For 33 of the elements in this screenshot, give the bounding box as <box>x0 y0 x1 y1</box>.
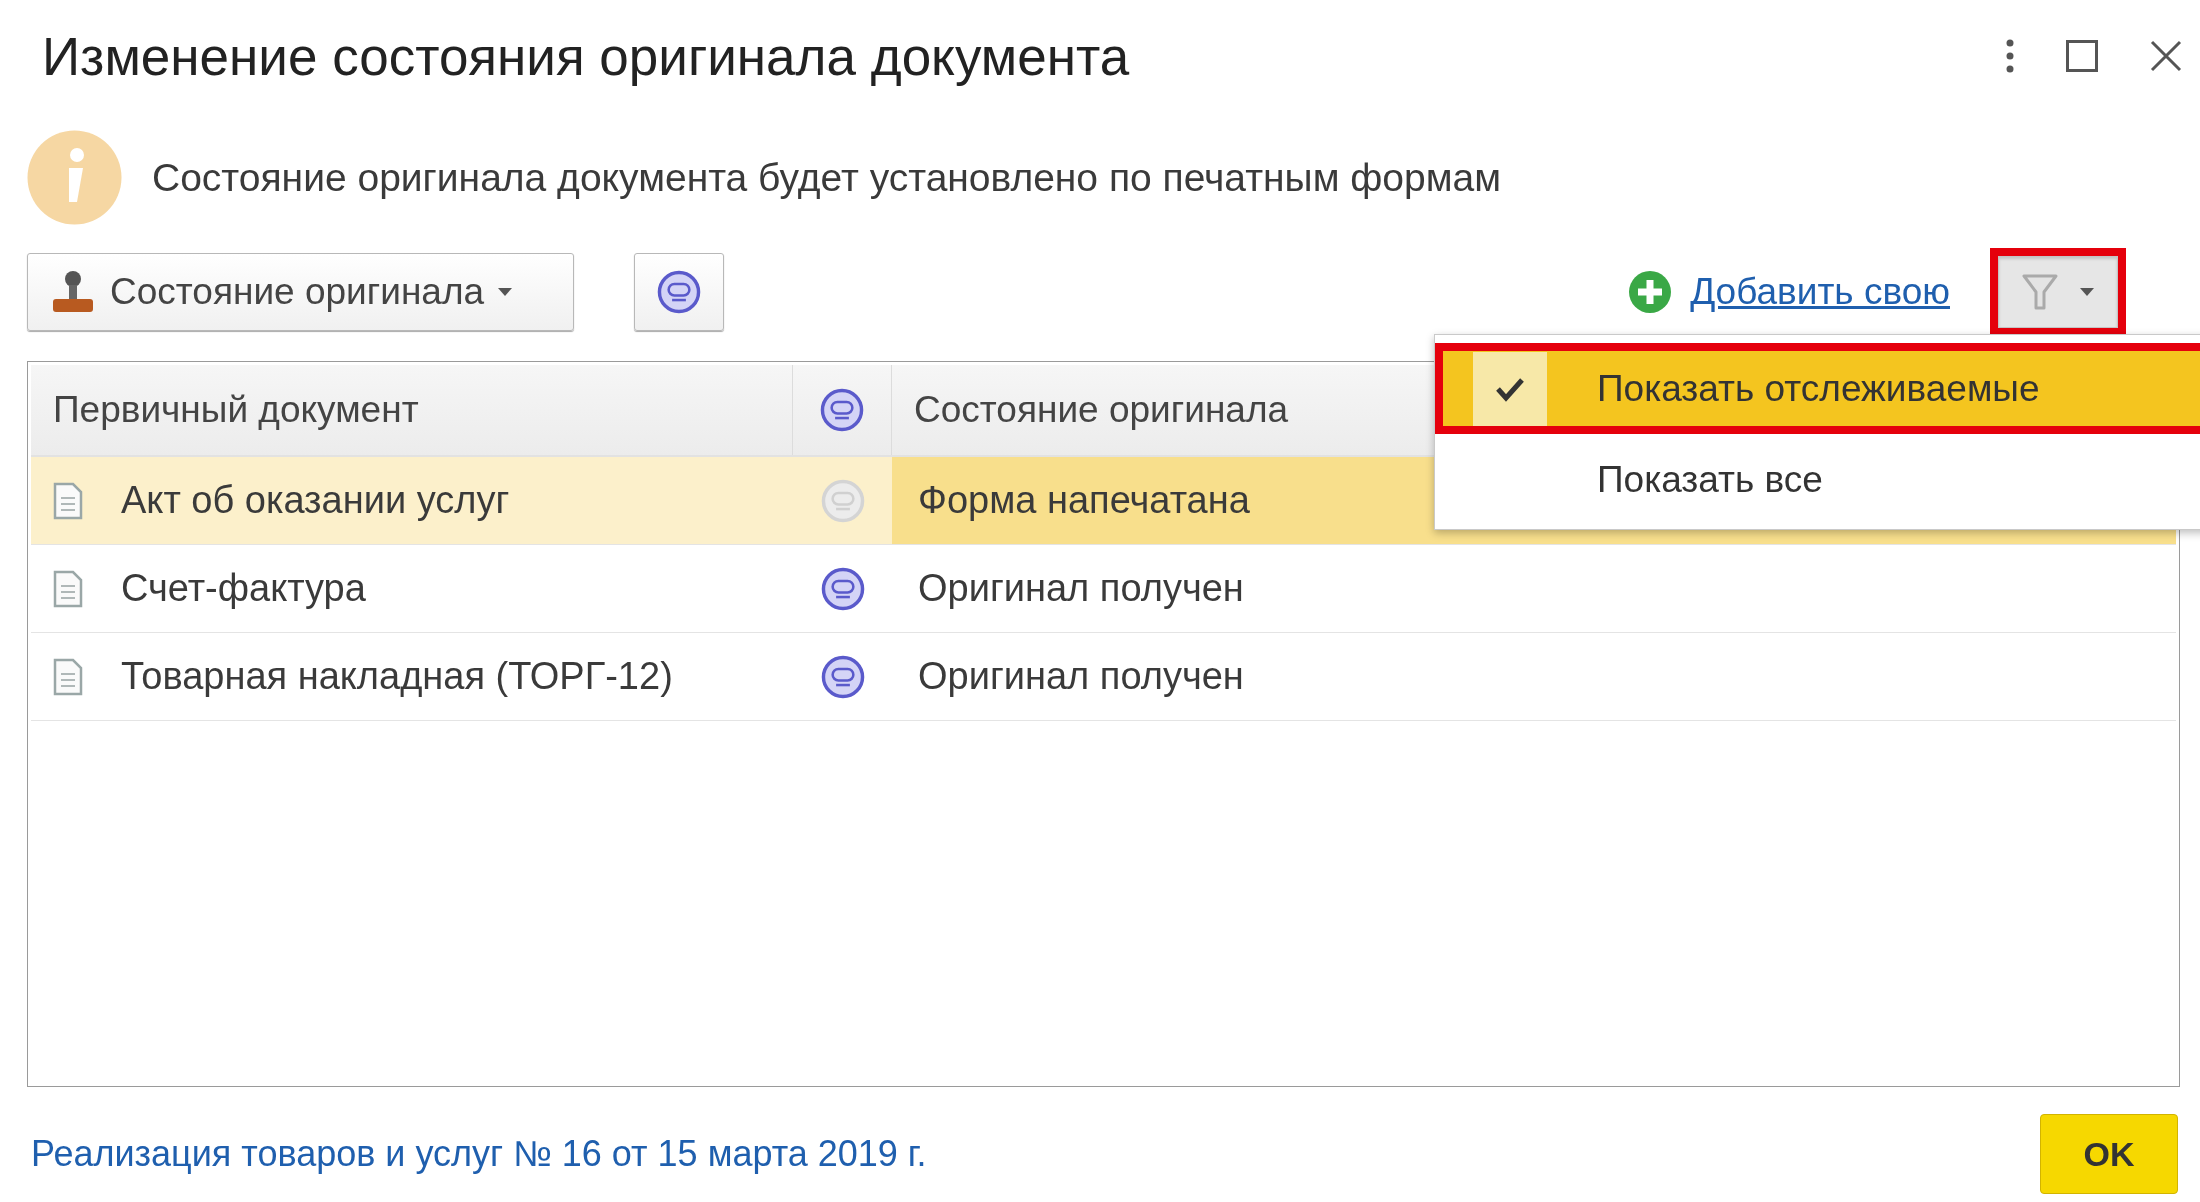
document-icon <box>53 657 83 696</box>
table-row[interactable]: Товарная накладная (ТОРГ-12) Оригинал получен <box>31 633 2176 721</box>
add-custom-link[interactable]: Добавить свою <box>1690 271 1950 313</box>
seal-icon <box>656 269 702 315</box>
caret-icon <box>2080 288 2094 296</box>
window-title: Изменение состояния оригинала документа <box>42 25 1131 87</box>
ok-button[interactable]: OK <box>2040 1114 2178 1194</box>
caret-icon <box>498 288 513 296</box>
table-cell: Товарная накладная (ТОРГ-12) <box>121 655 673 698</box>
original-state-dropdown-button[interactable]: Состояние оригинала <box>27 253 574 331</box>
add-icon <box>1628 270 1673 314</box>
table-row[interactable]: Счет-фактура Оригинал получен <box>31 545 2176 633</box>
column-header[interactable]: Первичный документ <box>31 365 793 455</box>
table-cell: Счет-фактура <box>121 567 366 610</box>
status-seal-icon <box>819 653 866 700</box>
maximize-icon[interactable] <box>2066 40 2098 72</box>
document-link[interactable]: Реализация товаров и услуг № 16 от 15 марта 2019 г. <box>31 1133 2040 1175</box>
table-cell: Акт об оказании услуг <box>121 479 510 522</box>
more-options-icon[interactable] <box>2006 39 2014 73</box>
stamp-icon <box>50 269 96 315</box>
menu-item[interactable]: Показать отслеживаемые <box>1435 343 2200 434</box>
funnel-icon <box>2022 273 2058 311</box>
document-icon <box>53 481 83 520</box>
status-seal-icon <box>819 565 866 612</box>
table-cell-text: Оригинал получен <box>917 566 1245 611</box>
seal-button[interactable] <box>634 253 724 331</box>
info-icon <box>27 130 122 225</box>
document-icon <box>53 569 83 608</box>
table-cell-text: Оригинал получен <box>917 654 1245 699</box>
close-icon[interactable] <box>2150 40 2182 72</box>
info-message: Состояние оригинала документа будет установлено по печатным формам <box>152 155 1502 200</box>
status-seal-icon <box>819 477 866 524</box>
seal-icon <box>819 387 865 433</box>
